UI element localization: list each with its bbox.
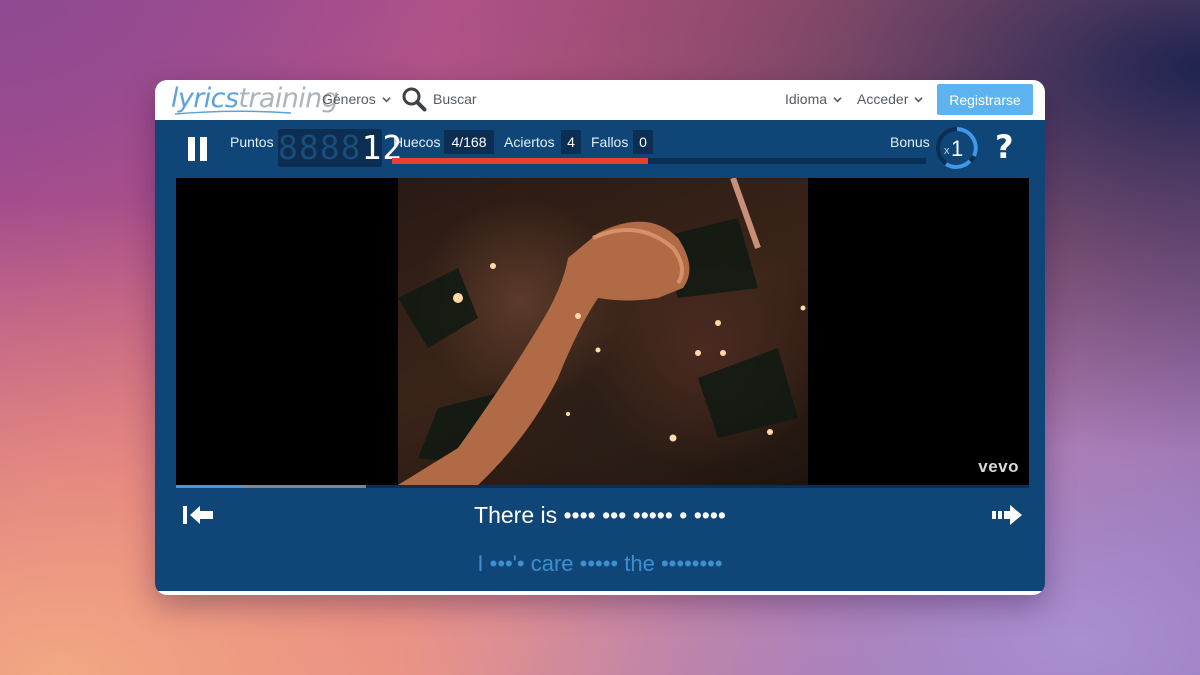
game-status-bar: Puntos 888812 Huecos 4/168 Aciertos 4 Fa… (155, 120, 1045, 178)
hits-value: 4 (561, 130, 581, 154)
video-scene-image (398, 178, 806, 485)
genres-label: Géneros (322, 91, 376, 107)
misses-value: 0 (633, 130, 653, 154)
video-player[interactable]: vevo (176, 178, 1029, 485)
chevron-down-icon (382, 96, 391, 102)
language-menu[interactable]: Idioma (785, 91, 842, 107)
misses-label: Fallos (591, 134, 629, 150)
video-progress-bar[interactable] (176, 485, 1029, 488)
points-ghost-digits: 8888 (278, 128, 362, 167)
login-menu[interactable]: Acceder (857, 91, 924, 107)
gaps-value: 4/168 (444, 130, 494, 154)
bonus-value: 1 (951, 136, 963, 161)
register-button[interactable]: Registrarse (937, 84, 1033, 115)
video-played-fill (176, 485, 242, 488)
gaps-progress-fill (392, 158, 649, 164)
bonus-label: Bonus (890, 134, 930, 150)
points-label: Puntos (230, 134, 274, 150)
pause-icon[interactable] (188, 137, 208, 161)
login-label: Acceder (857, 91, 909, 107)
top-navbar: lyricstraining Géneros Buscar Idioma Acc… (155, 80, 1045, 120)
logo-swoosh-icon (174, 110, 292, 115)
window-bottom-edge (155, 591, 1045, 595)
language-label: Idioma (785, 91, 828, 107)
chevron-down-icon (914, 96, 924, 102)
next-lyric-line: I •••'• care ••••• the •••••••• (477, 551, 723, 576)
hits-label: Aciertos (504, 134, 555, 150)
vevo-watermark: vevo (978, 457, 1019, 476)
gaps-progress-bar (392, 158, 926, 164)
bonus-prefix: x (944, 145, 950, 157)
search-button[interactable]: Buscar (401, 86, 477, 112)
skip-forward-icon[interactable] (990, 502, 1024, 528)
points-counter: 888812 (278, 128, 402, 167)
current-lyric-line[interactable]: There is •••• ••• ••••• • •••• (155, 502, 1045, 529)
bonus-multiplier-icon: x 1 (936, 127, 978, 169)
chevron-down-icon (833, 96, 842, 102)
search-icon (402, 87, 427, 112)
genres-menu[interactable]: Géneros (322, 91, 391, 107)
lyricstraining-window: lyricstraining Géneros Buscar Idioma Acc… (155, 80, 1045, 595)
search-label: Buscar (433, 91, 477, 107)
question-mark-icon[interactable]: ? (995, 128, 1014, 166)
video-frame (398, 178, 808, 485)
gaps-label: Huecos (393, 134, 441, 150)
